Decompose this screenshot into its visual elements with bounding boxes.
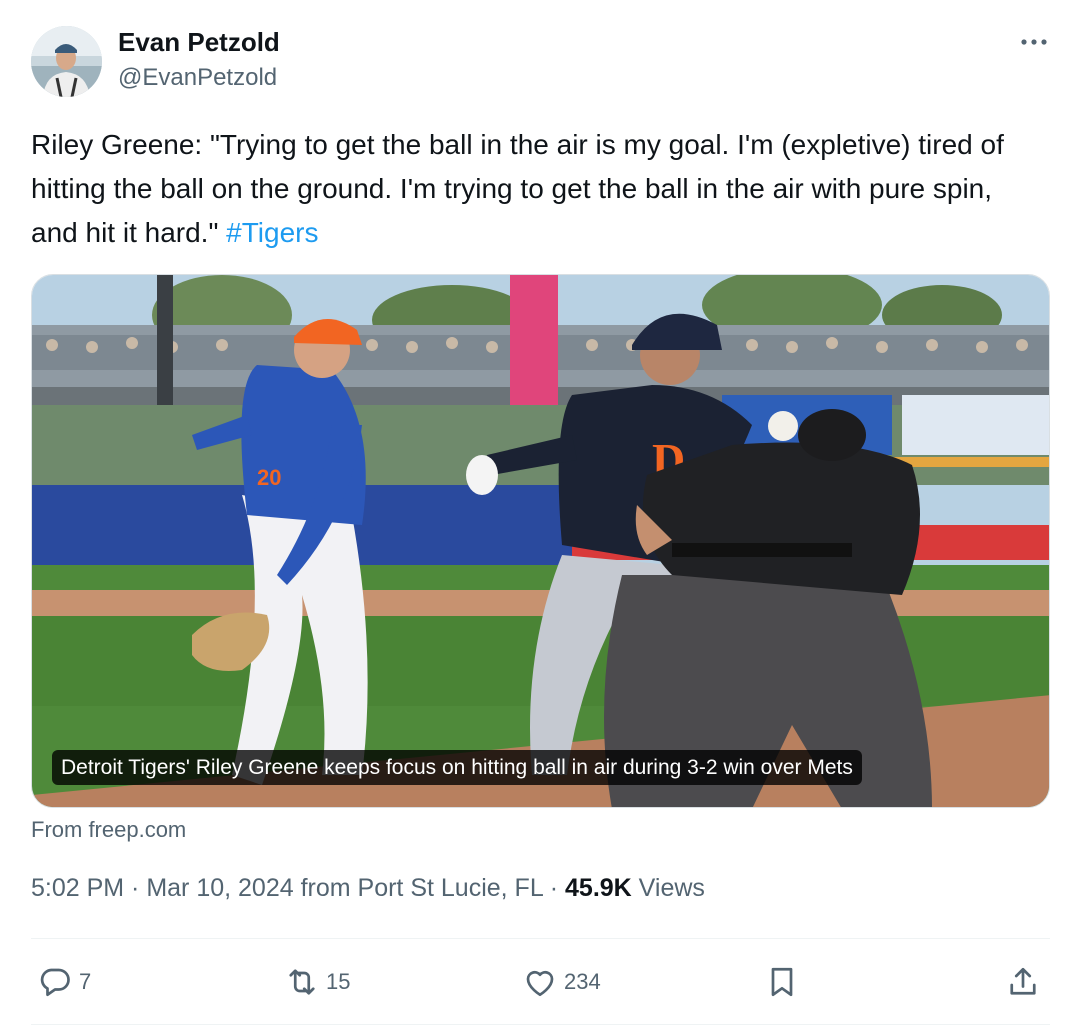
reply-icon	[40, 968, 70, 997]
baseball-photo: 20 D	[32, 275, 1049, 807]
avatar-image	[31, 26, 102, 97]
svg-text:20: 20	[257, 465, 281, 490]
hashtag-link[interactable]: #Tigers	[226, 217, 318, 248]
views-label: Views	[631, 874, 705, 902]
retweet-icon	[289, 969, 315, 995]
reply-count: 7	[79, 969, 92, 994]
retweet-count: 15	[326, 969, 351, 994]
like-count: 234	[564, 969, 601, 994]
share-button[interactable]	[1005, 960, 1041, 1004]
author-handle[interactable]: @EvanPetzold	[118, 64, 277, 92]
tweet-meta: 5:02 PM · Mar 10, 2024 from Port St Luci…	[31, 874, 705, 903]
share-icon	[1010, 967, 1036, 995]
link-card-image[interactable]: 20 D	[31, 274, 1050, 808]
more-icon[interactable]	[1017, 28, 1051, 56]
card-caption[interactable]: Detroit Tigers' Riley Greene keeps focus…	[52, 750, 862, 785]
like-button[interactable]: 234	[522, 960, 601, 1004]
tweet-body: Riley Greene: "Trying to get the ball in…	[31, 129, 1004, 248]
tweet-text: Riley Greene: "Trying to get the ball in…	[31, 123, 1041, 255]
timestamp-location[interactable]: 5:02 PM · Mar 10, 2024 from Port St Luci…	[31, 874, 565, 902]
card-source[interactable]: From freep.com	[31, 817, 186, 843]
bottom-divider	[31, 1024, 1050, 1025]
bookmark-button[interactable]	[764, 960, 800, 1004]
like-icon	[526, 970, 554, 997]
author-name[interactable]: Evan Petzold	[118, 27, 280, 58]
retweet-button[interactable]: 15	[284, 960, 350, 1004]
bookmark-icon	[771, 967, 793, 997]
avatar[interactable]	[31, 26, 102, 97]
views-count: 45.9K	[565, 874, 632, 902]
reply-button[interactable]: 7	[37, 960, 91, 1004]
divider	[31, 938, 1050, 939]
